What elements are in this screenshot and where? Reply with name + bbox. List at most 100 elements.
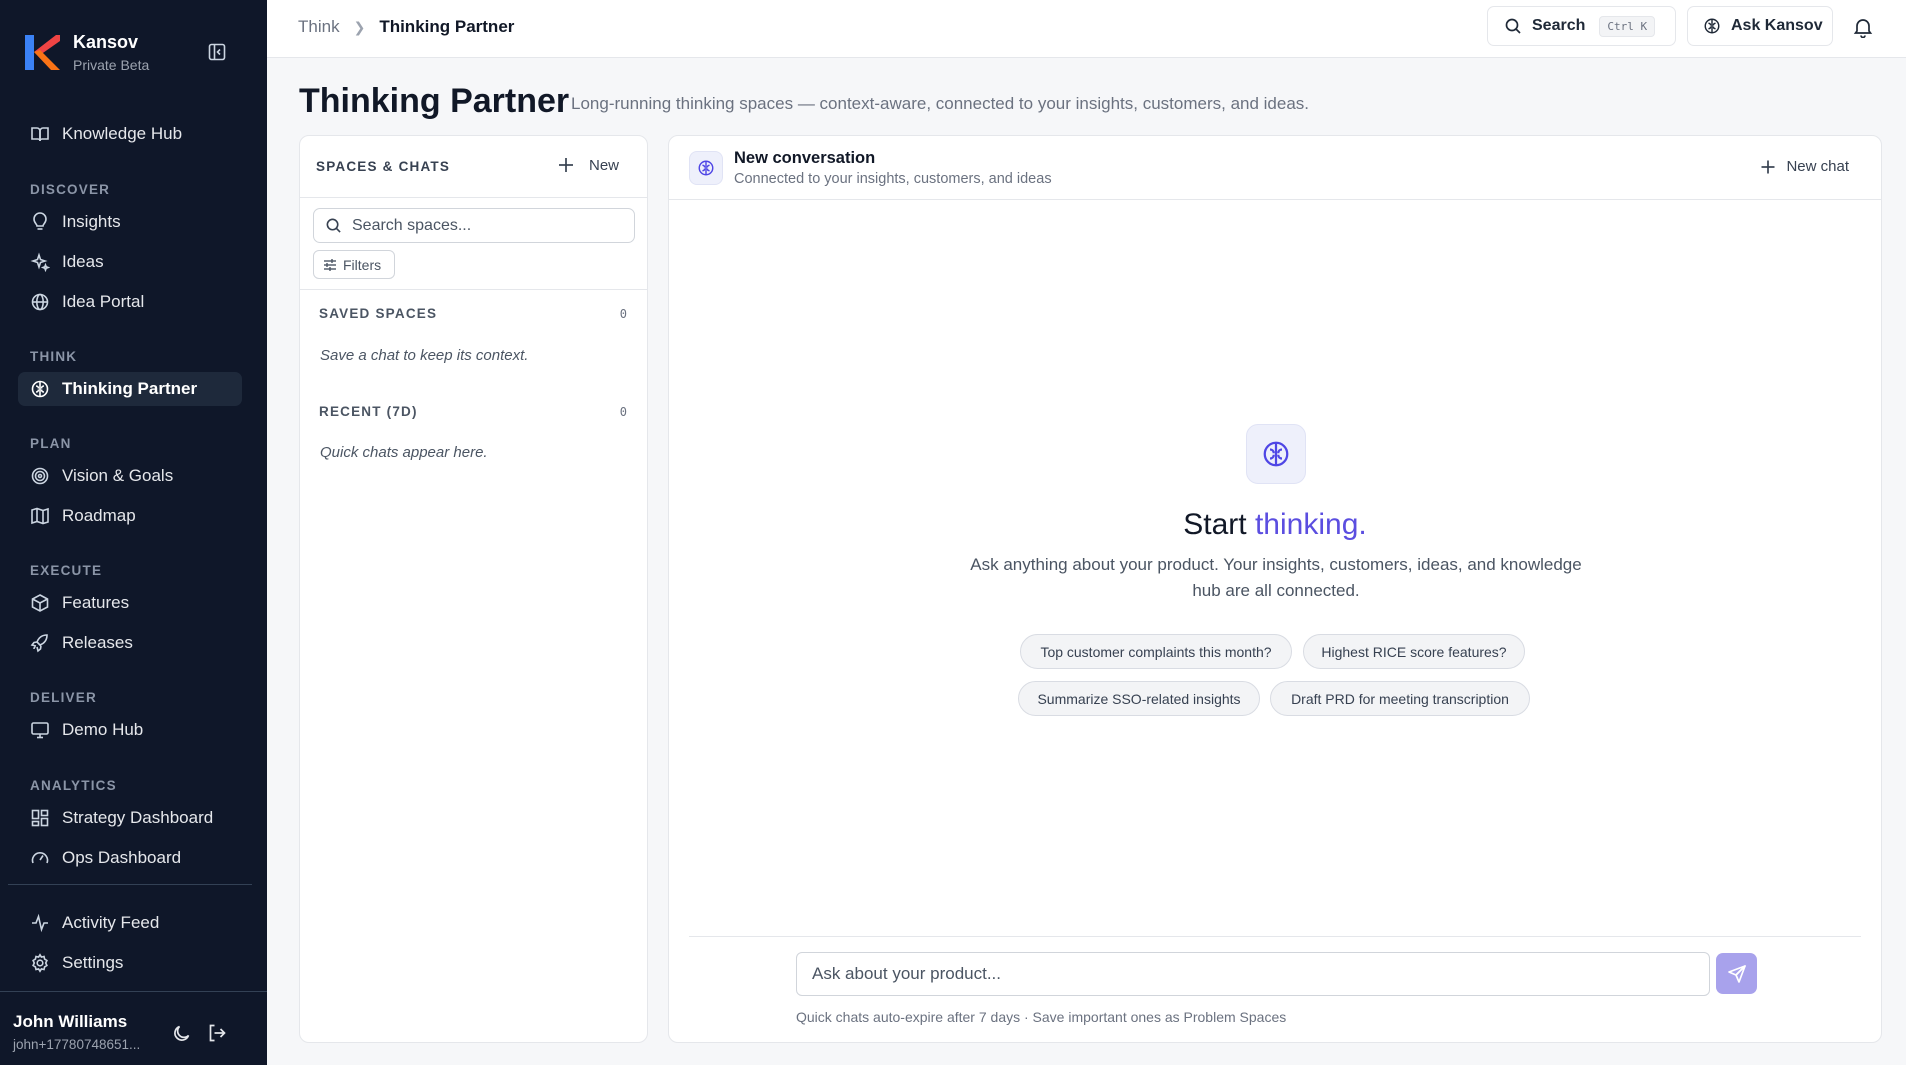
saved-spaces-empty: Save a chat to keep its context. <box>320 347 529 364</box>
monitor-icon <box>31 722 49 739</box>
section-plan: PLAN <box>30 436 72 451</box>
bell-icon[interactable] <box>1852 16 1874 39</box>
brand-name: Kansov <box>73 32 139 52</box>
breadcrumb: Think ❯ Thinking Partner <box>298 17 514 37</box>
map-icon <box>31 507 49 525</box>
sidebar-item-features[interactable]: Features <box>18 586 242 620</box>
filters-button[interactable]: Filters <box>313 250 395 279</box>
sidebar-item-label: Releases <box>62 633 133 652</box>
sidebar-item-ops-dashboard[interactable]: Ops Dashboard <box>18 841 242 875</box>
sidebar-item-label: Thinking Partner <box>62 379 198 398</box>
sidebar: Kansov Private Beta Knowledge Hub DISCOV… <box>0 0 267 1065</box>
sidebar-item-activity-feed[interactable]: Activity Feed <box>18 906 242 940</box>
recent-count: 0 <box>619 405 627 419</box>
composer-input[interactable] <box>812 964 1692 984</box>
gear-icon <box>32 953 48 973</box>
sidebar-item-label: Insights <box>62 212 121 231</box>
sidebar-item-insights[interactable]: Insights <box>18 205 242 239</box>
sidebar-item-strategy-dashboard[interactable]: Strategy Dashboard <box>18 801 242 835</box>
brain-icon <box>1704 18 1720 34</box>
composer-divider <box>689 936 1861 937</box>
sidebar-item-idea-portal[interactable]: Idea Portal <box>18 285 242 319</box>
panel-divider <box>300 289 647 290</box>
sparkles-icon <box>30 252 50 272</box>
saved-spaces-title: SAVED SPACES <box>319 306 438 321</box>
send-icon <box>1727 964 1746 983</box>
sidebar-item-label: Idea Portal <box>62 292 145 311</box>
saved-spaces-count: 0 <box>619 307 627 321</box>
suggestion-chip[interactable]: Highest RICE score features? <box>1303 634 1525 669</box>
spaces-title: SPACES & CHATS <box>316 159 451 174</box>
sliders-icon <box>324 258 336 271</box>
brain-icon <box>1246 424 1306 484</box>
sidebar-divider <box>8 884 252 885</box>
breadcrumb-parent[interactable]: Think <box>298 17 340 37</box>
brain-icon <box>31 380 49 398</box>
sidebar-item-demo-hub[interactable]: Demo Hub <box>18 713 242 747</box>
sidebar-item-label: Roadmap <box>62 506 136 525</box>
sidebar-item-label: Settings <box>62 953 124 972</box>
user-profile[interactable]: John Williams john+17780748651... <box>13 1012 140 1052</box>
theme-toggle-moon-icon[interactable] <box>171 1022 193 1044</box>
search-icon <box>1505 18 1521 34</box>
rocket-icon <box>30 634 48 653</box>
section-deliver: DELIVER <box>30 690 97 705</box>
sidebar-item-label: Ops Dashboard <box>62 848 182 867</box>
spaces-panel: SPACES & CHATS New Filters SAVED SPACES … <box>299 135 648 1043</box>
spaces-search-input[interactable] <box>352 216 612 235</box>
composer[interactable] <box>796 952 1710 996</box>
ask-label: Ask Kansov <box>1731 17 1823 34</box>
new-chat-label: New chat <box>1786 158 1849 175</box>
empty-state-title: Start thinking. <box>669 508 1881 542</box>
sidebar-item-knowledge-hub[interactable]: Knowledge Hub <box>18 117 242 151</box>
page-title: Thinking Partner <box>299 82 570 120</box>
target-icon <box>31 467 49 485</box>
recent-empty: Quick chats appear here. <box>320 444 488 461</box>
topbar: Think ❯ Thinking Partner Search Ctrl K A… <box>267 0 1906 58</box>
sidebar-item-roadmap[interactable]: Roadmap <box>18 499 242 533</box>
empty-state-description: Ask anything about your product. Your in… <box>970 555 1582 600</box>
user-email: john+17780748651... <box>13 1037 141 1052</box>
brand-sub: Private Beta <box>73 57 150 73</box>
spaces-search[interactable] <box>313 208 635 243</box>
sidebar-item-label: Knowledge Hub <box>62 124 183 143</box>
empty-title-accent: thinking. <box>1254 508 1367 541</box>
sidebar-item-thinking-partner[interactable]: Thinking Partner <box>18 372 242 406</box>
section-discover: DISCOVER <box>30 182 111 197</box>
dashboard-grid-icon <box>31 809 49 827</box>
section-execute: EXECUTE <box>30 563 103 578</box>
search-icon <box>326 218 341 233</box>
empty-title-start: Start <box>1183 508 1255 541</box>
chat-header: New conversation Connected to your insig… <box>669 136 1881 200</box>
section-think: THINK <box>30 349 78 364</box>
composer-note: Quick chats auto-expire after 7 days · S… <box>796 1009 1287 1025</box>
brain-icon <box>689 151 723 185</box>
recent-title: RECENT (7D) <box>319 404 418 419</box>
logout-icon[interactable] <box>206 1022 228 1044</box>
sidebar-collapse-icon[interactable] <box>207 42 227 62</box>
suggestion-chip[interactable]: Draft PRD for meeting transcription <box>1270 681 1530 716</box>
sidebar-item-vision-goals[interactable]: Vision & Goals <box>18 459 242 493</box>
global-search-button[interactable]: Search Ctrl K <box>1487 6 1676 46</box>
sidebar-item-settings[interactable]: Settings <box>18 946 242 980</box>
send-button[interactable] <box>1716 953 1757 994</box>
section-analytics: ANALYTICS <box>30 778 117 793</box>
sidebar-item-ideas[interactable]: Ideas <box>18 245 242 279</box>
chevron-right-icon: ❯ <box>353 18 366 35</box>
brand[interactable]: Kansov Private Beta <box>25 32 149 73</box>
sidebar-item-label: Features <box>62 593 130 612</box>
activity-icon <box>32 913 48 933</box>
sidebar-footer-divider <box>0 991 267 992</box>
plus-icon <box>1761 160 1775 173</box>
globe-icon <box>31 293 49 311</box>
sidebar-item-label: Vision & Goals <box>62 466 174 485</box>
sidebar-item-label: Activity Feed <box>62 913 160 932</box>
suggestion-chip[interactable]: Top customer complaints this month? <box>1020 634 1292 669</box>
filters-label: Filters <box>343 256 382 273</box>
ask-kansov-button[interactable]: Ask Kansov <box>1687 6 1833 46</box>
new-space-button[interactable]: New <box>557 156 619 174</box>
sidebar-item-releases[interactable]: Releases <box>18 626 242 660</box>
package-icon <box>31 594 49 612</box>
new-chat-button[interactable]: New chat <box>1760 158 1849 175</box>
suggestion-chip[interactable]: Summarize SSO-related insights <box>1018 681 1260 716</box>
